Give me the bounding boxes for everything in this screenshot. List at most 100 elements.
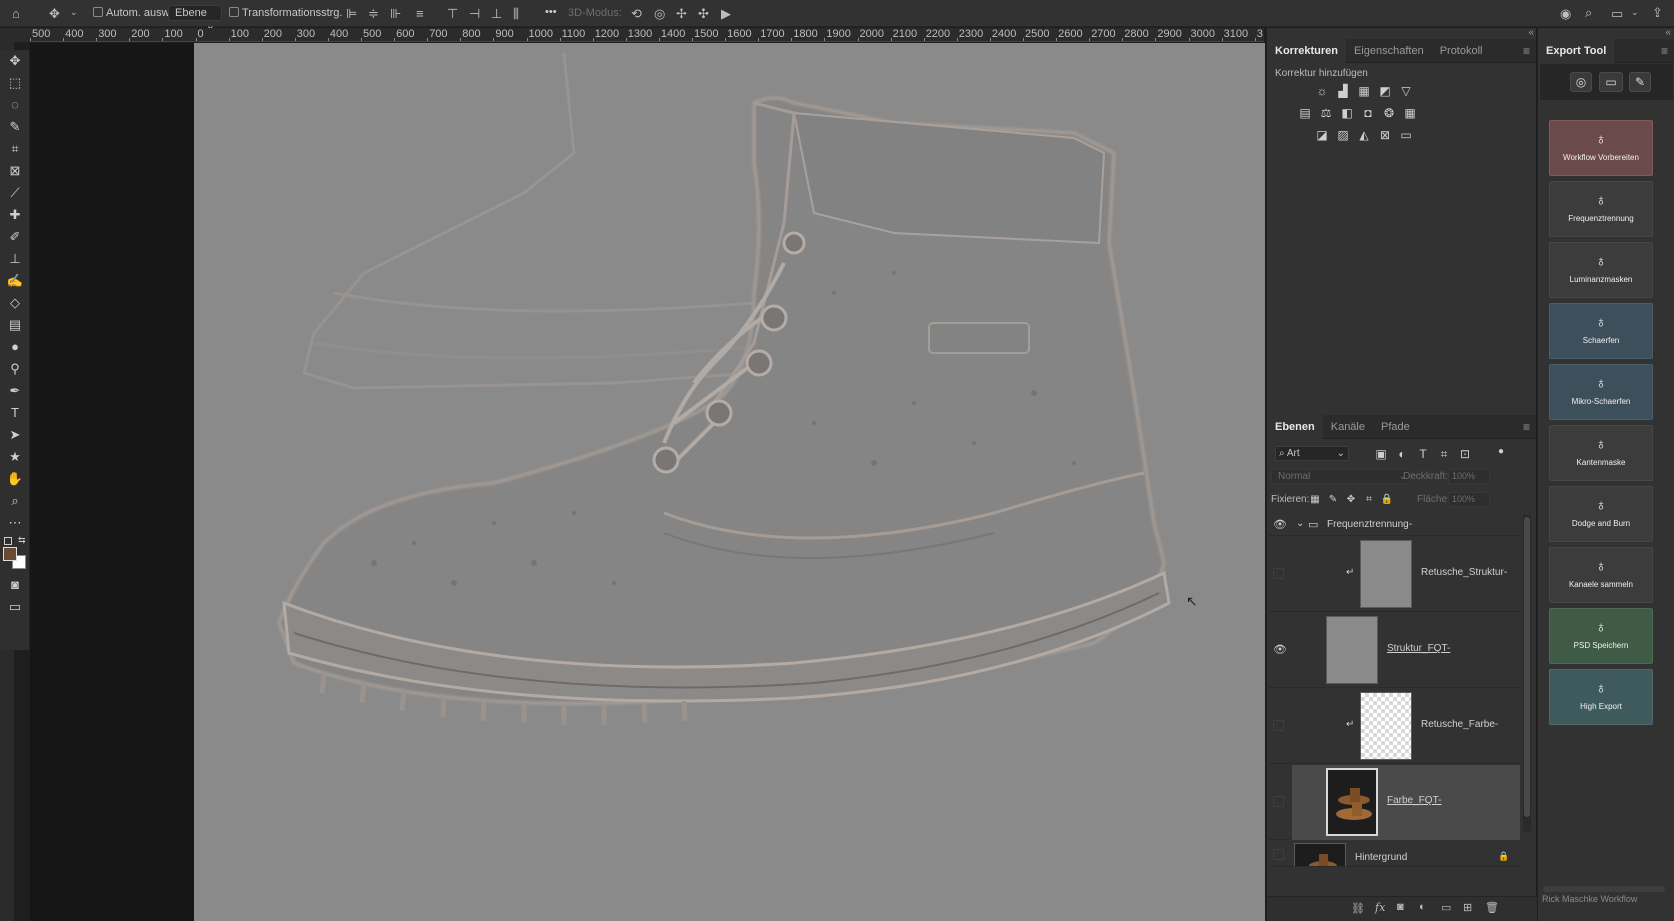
edit-toolbar-icon[interactable]: ⋯ — [6, 514, 24, 532]
group-expand-chevron-icon[interactable]: ⌄ — [1296, 518, 1304, 529]
filter-pixel-icon[interactable]: ▣ — [1373, 447, 1389, 461]
hue-saturation-icon[interactable]: ▤ — [1297, 106, 1313, 120]
layers-menu-icon[interactable]: ≡ — [1523, 420, 1530, 434]
layer-row-group[interactable]: 👁 ⌄ ▭ Frequenztrennung- — [1266, 515, 1520, 536]
align-bottom-icon[interactable]: ⊥ — [491, 6, 502, 22]
3d-slide-icon[interactable]: ✣ — [698, 6, 709, 22]
high-export-button[interactable]: ♁ High Export — [1549, 669, 1653, 725]
default-colors-icon[interactable] — [4, 537, 12, 545]
lock-pixels-icon[interactable]: ✎ — [1325, 493, 1341, 507]
kanaele-sammeln-button[interactable]: ♁ Kanaele sammeln — [1549, 547, 1653, 603]
transform-checkbox[interactable] — [229, 7, 243, 19]
new-layer-icon[interactable]: ⊞ — [1463, 901, 1472, 914]
panel-menu-icon[interactable]: ≡ — [1523, 44, 1530, 58]
selective-color-icon[interactable]: ⊠ — [1377, 128, 1393, 142]
brightness-contrast-icon[interactable]: ☼ — [1314, 84, 1330, 98]
visibility-toggle[interactable] — [1273, 849, 1284, 860]
lock-artboard-icon[interactable]: ⌗ — [1361, 493, 1377, 507]
opacity-field[interactable]: 100% — [1448, 469, 1490, 484]
workspace-chevron-icon[interactable]: ⌄ — [1631, 7, 1639, 18]
tab-korrekturen[interactable]: Korrekturen — [1267, 38, 1346, 63]
kantenmaske-button[interactable]: ♁ Kantenmaske — [1549, 425, 1653, 481]
home-icon[interactable]: ⌂ — [12, 6, 20, 21]
psd-speichern-button[interactable]: ♁ PSD Speichern — [1549, 608, 1653, 664]
visibility-toggle[interactable] — [1273, 796, 1284, 807]
visibility-eye-icon[interactable]: 👁 — [1273, 644, 1287, 656]
layer-row[interactable]: 👁 Struktur_FQT- — [1266, 613, 1520, 688]
curves-icon[interactable]: ▦ — [1356, 84, 1372, 98]
lock-position-icon[interactable]: ✥ — [1343, 493, 1359, 507]
vibrance-icon[interactable]: ▽ — [1398, 84, 1414, 98]
dodge-and-burn-button[interactable]: ♁ Dodge and Burn — [1549, 486, 1653, 542]
tab-pfade[interactable]: Pfade — [1373, 415, 1418, 439]
healing-brush-tool-icon[interactable]: ✚ — [6, 206, 24, 224]
align-top-icon[interactable]: ⊤ — [447, 6, 458, 22]
brush-tool-icon[interactable]: ✐ — [6, 228, 24, 246]
threshold-icon[interactable]: ◭ — [1356, 128, 1372, 142]
exposure-icon[interactable]: ◩ — [1377, 84, 1393, 98]
3d-roll-icon[interactable]: ◎ — [654, 6, 665, 22]
dodge-tool-icon[interactable]: ⚲ — [6, 360, 24, 378]
layer-filter-dropdown[interactable]: ⌕ Art ⌄ — [1275, 446, 1349, 461]
color-balance-icon[interactable]: ⚖ — [1318, 106, 1334, 120]
lasso-tool-icon[interactable]: ◌ — [6, 96, 24, 114]
frequenztrennung-button[interactable]: ♁ Frequenztrennung — [1549, 181, 1653, 237]
fill-field[interactable]: 100% — [1448, 492, 1490, 507]
add-mask-icon[interactable]: ◙ — [1397, 901, 1404, 913]
search-icon[interactable]: ⌕ — [1585, 5, 1592, 21]
invert-icon[interactable]: ◪ — [1314, 128, 1330, 142]
shape-tool-icon[interactable]: ★ — [6, 448, 24, 466]
visibility-toggle[interactable] — [1273, 568, 1284, 579]
lock-all-icon[interactable]: 🔒 — [1379, 493, 1395, 507]
new-adjustment-icon[interactable]: ◐ — [1419, 901, 1426, 913]
swap-colors-icon[interactable]: ⇆ — [18, 535, 26, 546]
tab-eigenschaften[interactable]: Eigenschaften — [1346, 39, 1432, 63]
more-options-button[interactable]: ••• — [545, 6, 557, 18]
3d-orbit-icon[interactable]: ⟲ — [631, 6, 642, 22]
posterize-icon[interactable]: ▨ — [1335, 128, 1351, 142]
marquee-tool-icon[interactable]: ⬚ — [6, 74, 24, 92]
screen-mode-icon[interactable]: ▭ — [6, 598, 24, 616]
blend-mode-dropdown[interactable]: Normal ⌄ — [1271, 469, 1411, 484]
share-icon[interactable]: ⇪ — [1652, 5, 1663, 21]
layer-row-selected[interactable]: Farbe_FQT- — [1266, 765, 1520, 840]
hand-tool-icon[interactable]: ✋ — [6, 470, 24, 488]
type-tool-icon[interactable]: T — [6, 404, 24, 422]
align-left-icon[interactable]: ⊫ — [346, 6, 357, 22]
mikro-schaerfen-button[interactable]: ♁ Mikro-Schaerfen — [1549, 364, 1653, 420]
delete-layer-icon[interactable]: 🗑 — [1485, 901, 1499, 914]
tab-kanaele[interactable]: Kanäle — [1323, 415, 1373, 439]
filter-toggle-icon[interactable]: ● — [1493, 445, 1509, 459]
black-white-icon[interactable]: ◧ — [1339, 106, 1355, 120]
export-scrollbar[interactable] — [1543, 886, 1665, 892]
3d-pan-icon[interactable]: ✢ — [676, 6, 687, 22]
channel-mixer-icon[interactable]: ❂ — [1381, 106, 1397, 120]
clone-stamp-tool-icon[interactable]: ⊥ — [6, 250, 24, 268]
lock-transparent-icon[interactable]: ▦ — [1307, 493, 1323, 507]
photo-filter-icon[interactable]: ◘ — [1360, 106, 1376, 120]
eyedropper-tool-icon[interactable]: ⟋ — [6, 184, 24, 202]
collapse-export-icon[interactable]: « — [1665, 27, 1671, 38]
workspace-icon[interactable]: ▭ — [1611, 6, 1623, 22]
link-layers-icon[interactable]: ⛓ — [1351, 902, 1365, 915]
filter-smart-object-icon[interactable]: ⊡ — [1457, 447, 1473, 461]
tab-protokoll[interactable]: Protokoll — [1432, 39, 1491, 63]
eraser-tool-icon[interactable]: ◇ — [6, 294, 24, 312]
document-canvas[interactable]: ↖ — [194, 43, 1265, 921]
layer-style-button[interactable]: fx — [1375, 901, 1385, 914]
layers-scrollbar[interactable] — [1523, 515, 1531, 832]
filter-shape-icon[interactable]: ⌗ — [1436, 447, 1452, 461]
new-group-icon[interactable]: ▭ — [1441, 901, 1451, 914]
tab-ebenen[interactable]: Ebenen — [1267, 414, 1323, 439]
monitor-icon[interactable]: ▭ — [1599, 72, 1623, 92]
zoom-tool-icon[interactable]: ⌕ — [6, 492, 24, 510]
align-middle-icon[interactable]: ⊣ — [469, 6, 480, 22]
layers-scrollbar-thumb[interactable] — [1524, 517, 1530, 817]
luminanzmasken-button[interactable]: ♁ Luminanzmasken — [1549, 242, 1653, 298]
chevron-down-icon[interactable]: ⌄ — [70, 7, 78, 18]
workflow-vorbereiten-button[interactable]: ♁ Workflow Vorbereiten — [1549, 120, 1653, 176]
circles-icon[interactable]: ◎ — [1570, 72, 1592, 92]
filter-adjustment-icon[interactable]: ◐ — [1394, 447, 1410, 461]
filter-type-icon[interactable]: T — [1415, 447, 1431, 461]
color-lookup-icon[interactable]: ▦ — [1402, 106, 1418, 120]
